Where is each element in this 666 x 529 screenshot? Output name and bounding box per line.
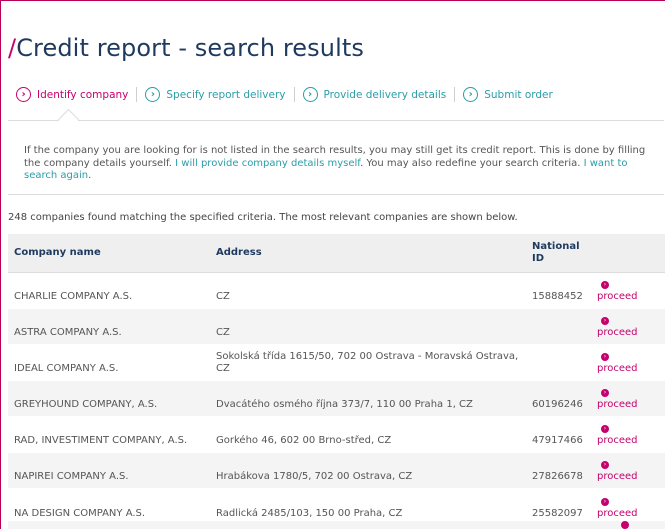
arrow-right-circle-icon: › [601,353,609,361]
progress-steps: › Identify company › Specify report deli… [16,87,553,102]
proceed-label: proceed [597,399,638,410]
proceed-link[interactable]: › proceed [597,389,659,411]
company-name: RAD, INVESTIMENT COMPANY, A.S. [8,416,210,453]
proceed-link[interactable]: › proceed [597,281,659,303]
national-id [526,344,591,381]
national-id: 15888452 [526,272,591,309]
arrow-right-circle-icon: › [601,389,609,397]
chevron-right-circle-icon: › [463,87,479,102]
col-national-id: National ID [526,234,591,273]
step-label: Specify report delivery [166,88,286,101]
arrow-right-circle-icon: › [601,425,609,433]
step-divider [136,87,138,102]
table-row: ASTRA COMPANY A.S. CZ › proceed [8,308,665,345]
arrow-right-circle-icon: › [601,281,609,289]
notice-text: . You may also redefine your search crit… [360,157,584,169]
step-submit-order[interactable]: › Submit order [463,87,553,102]
company-address: Gorkého 46, 602 00 Brno-střed, CZ [210,416,526,453]
company-address: Sokolská třída 1615/50, 702 00 Ostrava -… [210,344,526,381]
step-specify-report-delivery[interactable]: › Specify report delivery [145,87,286,102]
info-notice: If the company you are looking for is no… [8,120,664,195]
col-action [591,234,665,273]
table-row: CHARLIE COMPANY A.S. CZ 15888452 › procee… [8,272,665,309]
col-address: Address [210,234,526,273]
provide-details-link[interactable]: I will provide company details myself [175,158,360,169]
results-table: Company name Address National ID CHARLIE… [8,234,665,525]
arrow-right-circle-icon: › [601,497,609,506]
table-header-row: Company name Address National ID [8,234,665,273]
proceed-link[interactable]: › proceed [597,497,659,520]
table-row: NAPIREI COMPANY A.S. Hrabákova 1780/5, 7… [8,452,665,489]
company-address: CZ [210,272,526,309]
proceed-label: proceed [597,291,638,302]
table-row: RAD, INVESTIMENT COMPANY, A.S. Gorkého 4… [8,416,665,453]
national-id: 27826678 [526,452,591,489]
chevron-right-circle-icon: › [302,87,318,102]
chevron-right-circle-icon: › [16,87,31,102]
proceed-link[interactable]: › proceed [597,461,659,483]
chevron-right-circle-icon: › [145,87,161,102]
table-row: IDEAL COMPANY A.S. Sokolská třída 1615/5… [8,344,665,381]
proceed-link[interactable]: › proceed [597,425,659,447]
national-id [526,308,591,345]
results-summary: 248 companies found matching the specifi… [8,212,518,223]
step-provide-delivery-details[interactable]: › Provide delivery details [302,87,447,102]
step-divider [293,87,295,102]
company-name: GREYHOUND COMPANY, A.S. [8,380,210,417]
national-id: 60196246 [526,380,591,417]
company-name: IDEAL COMPANY A.S. [8,344,210,381]
proceed-label: proceed [597,471,638,482]
table-row-partial [8,521,665,529]
arrow-right-circle-icon: › [601,317,609,325]
company-address: Radlická 2485/103, 150 00 Praha, CZ [210,488,526,525]
title-slash: / [8,34,17,62]
company-name: NA DESIGN COMPANY A.S. [8,488,210,525]
step-label: Identify company [37,88,129,101]
proceed-link[interactable]: › proceed [597,317,659,339]
national-id: 47917466 [526,416,591,453]
proceed-label: proceed [597,507,638,519]
page-title: /Credit report - search results [8,34,364,62]
step-divider [454,87,456,102]
proceed-link[interactable]: › proceed [597,353,659,375]
title-text: Credit report - search results [16,34,364,62]
national-id: 25582097 [526,488,591,525]
step-label: Provide delivery details [323,88,447,101]
company-address: CZ [210,308,526,345]
proceed-label: proceed [597,363,638,374]
company-name: CHARLIE COMPANY A.S. [8,272,210,309]
notice-text: . [88,170,92,181]
proceed-label: proceed [597,327,638,338]
arrow-right-circle-icon[interactable] [621,521,629,529]
table-row: GREYHOUND COMPANY, A.S. Dvacátého osmého… [8,380,665,417]
step-label: Submit order [484,88,553,101]
step-identify-company[interactable]: › Identify company [16,87,128,102]
company-address: Hrabákova 1780/5, 702 00 Ostrava, CZ [210,452,526,489]
col-company-name: Company name [8,234,210,273]
company-name: NAPIREI COMPANY A.S. [8,452,210,489]
company-name: ASTRA COMPANY A.S. [8,308,210,345]
proceed-label: proceed [597,435,638,446]
company-address: Dvacátého osmého října 373/7, 110 00 Pra… [210,380,526,417]
table-row: NA DESIGN COMPANY A.S. Radlická 2485/103… [8,488,665,525]
arrow-right-circle-icon: › [601,461,609,469]
